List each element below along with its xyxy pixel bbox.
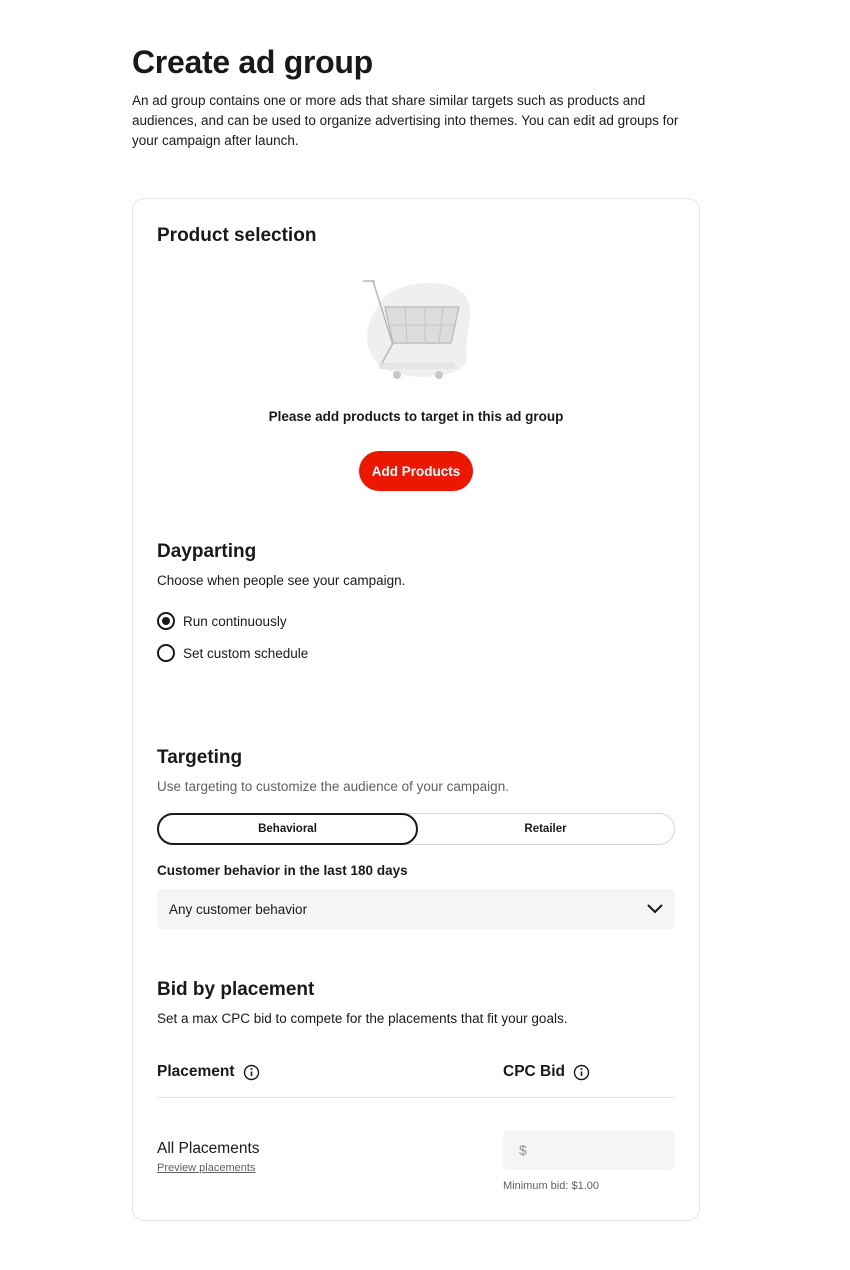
info-icon[interactable]	[243, 1064, 260, 1081]
minimum-bid-hint: Minimum bid: $1.00	[503, 1180, 599, 1192]
preview-placements-link[interactable]: Preview placements	[157, 1162, 255, 1174]
targeting-subtitle: Use targeting to customize the audience …	[157, 779, 509, 794]
radio-custom-schedule[interactable]: Set custom schedule	[157, 644, 308, 662]
tab-retailer[interactable]: Retailer	[417, 814, 674, 844]
targeting-title: Targeting	[157, 747, 243, 768]
cpc-bid-column-header: CPC Bid	[503, 1063, 590, 1081]
cpc-header-label: CPC Bid	[503, 1063, 565, 1080]
dayparting-title: Dayparting	[157, 541, 257, 562]
page-description: An ad group contains one or more ads tha…	[132, 93, 679, 148]
customer-behavior-label: Customer behavior in the last 180 days	[157, 863, 408, 878]
page-title: Create ad group	[132, 44, 373, 80]
radio-label: Run continuously	[183, 613, 287, 629]
shopping-cart-icon	[363, 280, 470, 379]
bid-title: Bid by placement	[157, 979, 315, 1000]
empty-products-message: Please add products to target in this ad…	[268, 409, 564, 424]
select-value: Any customer behavior	[169, 901, 308, 917]
chevron-down-icon	[647, 904, 663, 913]
radio-label: Set custom schedule	[183, 645, 309, 661]
bid-subtitle: Set a max CPC bid to compete for the pla…	[157, 1011, 568, 1026]
placement-name: All Placements	[157, 1140, 260, 1157]
dayparting-subtitle: Choose when people see your campaign.	[157, 573, 406, 588]
currency-symbol: $	[519, 1142, 527, 1158]
cpc-bid-input[interactable]: $	[503, 1130, 675, 1170]
tab-behavioral[interactable]: Behavioral	[157, 813, 418, 845]
ad-group-card: Product selection Please add products to…	[132, 198, 700, 1221]
targeting-segmented-control: Behavioral Retailer	[157, 813, 675, 845]
divider	[157, 1097, 675, 1098]
placement-column-header: Placement	[157, 1063, 260, 1081]
radio-run-continuously[interactable]: Run continuously	[157, 612, 287, 630]
add-products-button[interactable]: Add Products	[359, 451, 473, 491]
customer-behavior-select[interactable]: Any customer behavior	[157, 889, 675, 929]
product-selection-title: Product selection	[157, 225, 317, 246]
radio-unselected-icon[interactable]	[157, 644, 175, 662]
info-icon[interactable]	[573, 1064, 590, 1081]
radio-selected-icon[interactable]	[157, 612, 175, 630]
placement-header-label: Placement	[157, 1063, 235, 1080]
